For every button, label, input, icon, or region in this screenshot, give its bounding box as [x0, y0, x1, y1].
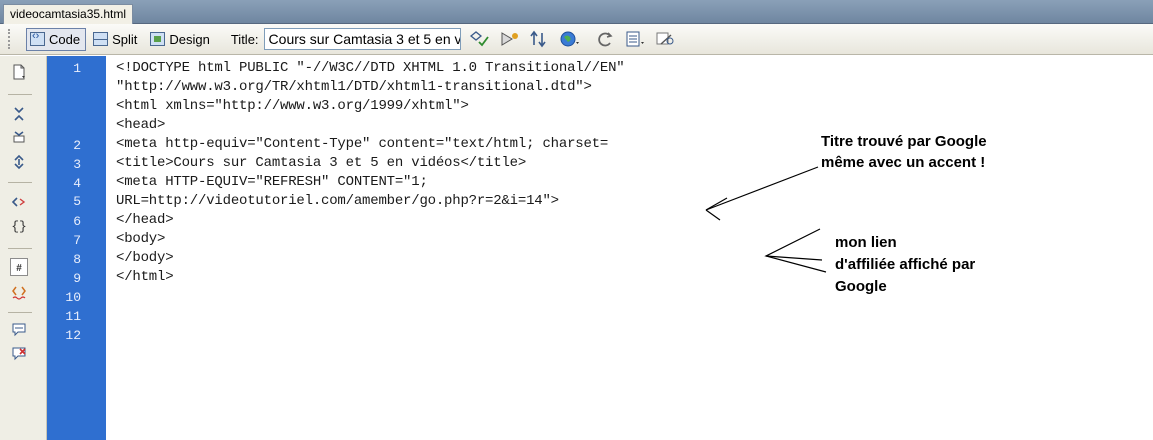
design-view-icon	[150, 32, 166, 46]
design-view-label: Design	[169, 31, 210, 47]
validate-icon[interactable]	[469, 29, 491, 49]
code-line[interactable]: <title>Cours sur Camtasia 3 et 5 en vidé…	[116, 155, 526, 171]
line-number: 9	[73, 271, 81, 286]
select-parent-tag-icon[interactable]	[10, 194, 28, 212]
line-number: 12	[65, 328, 81, 343]
document-tab-bar: videocamtasia35.html	[0, 0, 1153, 25]
code-line[interactable]: </html>	[116, 269, 174, 285]
line-number: 6	[73, 214, 81, 229]
strip-divider	[8, 248, 32, 249]
title-label: Title:	[230, 31, 259, 47]
strip-divider	[8, 312, 32, 313]
title-note-line: même avec un accent !	[821, 154, 986, 171]
highlight-invalid-code-icon[interactable]	[10, 284, 28, 302]
code-editor[interactable]: <!DOCTYPE html PUBLIC "-//W3C//DTD XHTML…	[106, 56, 1153, 440]
line-number: 3	[73, 157, 81, 172]
apply-comment-icon[interactable]	[10, 322, 28, 340]
code-line[interactable]: <head>	[116, 117, 165, 133]
link-note-line: mon lien	[835, 234, 897, 251]
code-view-icon	[30, 30, 45, 46]
split-view-label: Split	[112, 31, 138, 47]
line-number: 4	[73, 176, 81, 191]
split-view-icon	[93, 32, 109, 46]
code-view-label: Code	[49, 31, 81, 47]
code-line[interactable]: URL=http://videotutoriel.com/amember/go.…	[116, 193, 559, 209]
coding-toolbar: {} #	[0, 56, 47, 440]
line-number: 5	[73, 194, 81, 209]
code-line[interactable]: <!DOCTYPE html PUBLIC "-//W3C//DTD XHTML…	[116, 60, 625, 76]
balance-braces-icon[interactable]: {}	[10, 218, 28, 236]
title-input[interactable]: Cours sur Camtasia 3 et 5 en vidéos	[263, 28, 461, 50]
refresh-icon[interactable]	[595, 29, 617, 49]
preview-browser-icon[interactable]	[559, 29, 581, 49]
line-number: 2	[73, 138, 81, 153]
line-number: 7	[73, 233, 81, 248]
remove-comment-icon[interactable]	[10, 346, 28, 364]
line-number-gutter: 1 2 3 4 5 6 7 8 9 10 11 12	[47, 56, 106, 440]
line-number: 1	[73, 61, 81, 76]
code-line[interactable]: </head>	[116, 212, 174, 228]
open-documents-icon[interactable]	[10, 64, 28, 82]
strip-divider	[8, 182, 32, 183]
code-line[interactable]: "http://www.w3.org/TR/xhtml1/DTD/xhtml1-…	[116, 79, 592, 95]
strip-divider	[8, 94, 32, 95]
document-toolbar: Code Split Design Title: Cours sur Camta…	[0, 24, 1153, 55]
visual-aids-icon[interactable]	[655, 29, 677, 49]
code-line[interactable]: <body>	[116, 231, 165, 247]
code-line[interactable]: <html xmlns="http://www.w3.org/1999/xhtm…	[116, 98, 469, 114]
line-number: 11	[65, 309, 81, 324]
expand-all-icon[interactable]	[10, 154, 28, 172]
link-note-line: d'affiliée affiché par	[835, 256, 976, 273]
collapse-selection-icon[interactable]	[10, 130, 28, 148]
line-number: 10	[65, 290, 81, 305]
title-note-line: Titre trouvé par Google	[821, 133, 987, 150]
live-view-icon[interactable]	[499, 29, 521, 49]
code-view-button[interactable]: Code	[26, 27, 87, 51]
collapse-full-tag-icon[interactable]	[10, 106, 28, 124]
file-management-icon[interactable]	[529, 29, 551, 49]
line-numbers-icon[interactable]: #	[10, 258, 28, 276]
line-number: 8	[73, 252, 81, 267]
code-line[interactable]: <meta HTTP-EQUIV="REFRESH" CONTENT="1;	[116, 174, 428, 190]
code-line[interactable]: </body>	[116, 250, 174, 266]
design-view-button[interactable]: Design	[146, 28, 215, 51]
link-note-line: Google	[835, 278, 887, 295]
toolbar-grip[interactable]	[8, 29, 12, 49]
split-view-button[interactable]: Split	[89, 28, 143, 51]
view-options-icon[interactable]	[625, 29, 647, 49]
document-tab[interactable]: videocamtasia35.html	[3, 4, 134, 25]
code-line[interactable]: <meta http-equiv="Content-Type" content=…	[116, 136, 608, 152]
